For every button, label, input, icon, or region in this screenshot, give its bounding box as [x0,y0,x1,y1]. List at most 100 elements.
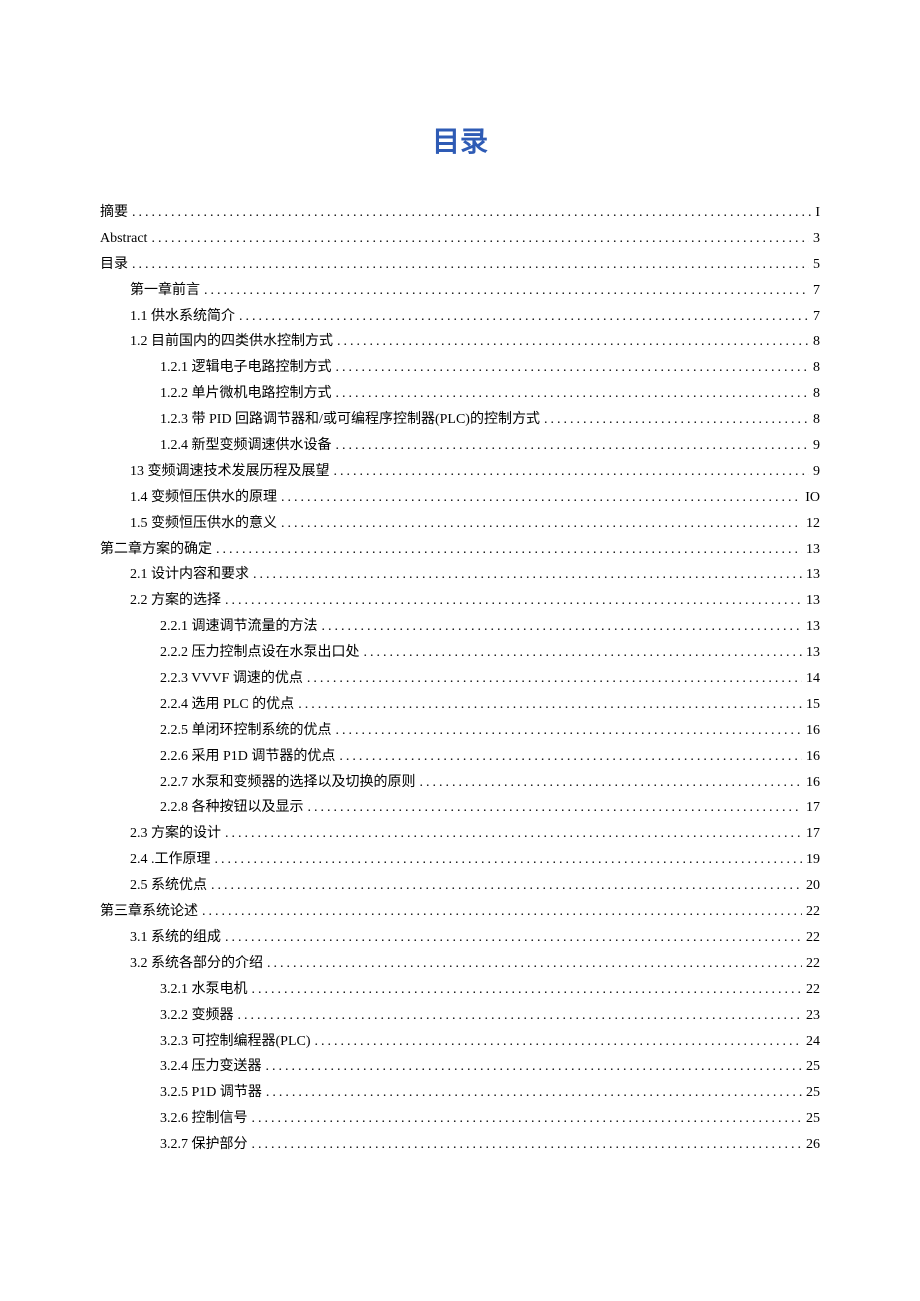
toc-entry-page: 23 [806,1003,820,1029]
toc-entry-page: I [815,200,820,226]
toc-entry-page: 8 [813,381,820,407]
toc-entry: 摘要......................................… [100,200,820,226]
toc-entry: 3.2 系统各部分的介绍............................… [100,951,820,977]
toc-entry: 2.5 系统优点................................… [100,873,820,899]
toc-entry-label: 1.2 目前国内的四类供水控制方式 [130,329,333,355]
toc-entry-label: 3.2 系统各部分的介绍 [130,951,263,977]
toc-entry-label: 第二章方案的确定 [100,537,212,563]
toc-entry: 3.2.2 变频器...............................… [100,1003,820,1029]
toc-entry: 1.5 变频恒压供水的意义...........................… [100,511,820,537]
table-of-contents: 摘要......................................… [100,200,820,1158]
toc-entry-label: 2.2.8 各种按钮以及显示 [160,795,304,821]
dot-leader: ........................................… [322,614,803,640]
toc-entry-label: 1.2.1 逻辑电子电路控制方式 [160,355,332,381]
toc-entry-label: 3.2.2 变频器 [160,1003,234,1029]
toc-entry: 1.2.1 逻辑电子电路控制方式........................… [100,355,820,381]
toc-entry-page: 9 [813,433,820,459]
toc-entry: 3.2.7 保护部分..............................… [100,1132,820,1158]
toc-entry-page: 25 [806,1080,820,1106]
toc-entry-page: 7 [813,278,820,304]
toc-entry: 2.2.7 水泵和变频器的选择以及切换的原则..................… [100,770,820,796]
dot-leader: ........................................… [544,407,809,433]
dot-leader: ........................................… [239,304,809,330]
toc-entry: 2.2.5 单闭环控制系统的优点........................… [100,718,820,744]
dot-leader: ........................................… [202,899,802,925]
dot-leader: ........................................… [307,666,802,692]
toc-entry-label: 3.2.1 水泵电机 [160,977,248,1003]
dot-leader: ........................................… [204,278,809,304]
toc-entry: 3.1 系统的组成...............................… [100,925,820,951]
toc-entry-page: 22 [806,925,820,951]
toc-entry: 2.1 设计内容和要求.............................… [100,562,820,588]
toc-entry-label: 第三章系统论述 [100,899,198,925]
dot-leader: ........................................… [252,1132,803,1158]
toc-entry-label: 2.2.1 调速调节流量的方法 [160,614,318,640]
toc-entry-label: 2.2.5 单闭环控制系统的优点 [160,718,332,744]
toc-entry: 第一章前言...................................… [100,278,820,304]
toc-entry: 1.2.4 新型变频调速供水设备........................… [100,433,820,459]
toc-entry: 2.2.3 VVVF 调速的优点........................… [100,666,820,692]
toc-entry-label: 1.5 变频恒压供水的意义 [130,511,277,537]
toc-entry-page: 25 [806,1054,820,1080]
dot-leader: ........................................… [281,485,801,511]
dot-leader: ........................................… [281,511,802,537]
dot-leader: ........................................… [225,588,802,614]
toc-entry: 3.2.6 控制信号..............................… [100,1106,820,1132]
toc-entry-page: 8 [813,407,820,433]
toc-entry: 第二章方案的确定................................… [100,537,820,563]
toc-entry-page: 13 [806,537,820,563]
dot-leader: ........................................… [315,1029,803,1055]
toc-entry-page: 8 [813,329,820,355]
toc-entry: 2.2.1 调速调节流量的方法.........................… [100,614,820,640]
toc-entry-label: 2.2 方案的选择 [130,588,221,614]
toc-entry-label: 2.5 系统优点 [130,873,207,899]
toc-entry-label: 3.2.7 保护部分 [160,1132,248,1158]
toc-entry: Abstract................................… [100,226,820,252]
toc-entry-page: 13 [806,562,820,588]
toc-entry: 2.2.4 选用 PLC 的优点........................… [100,692,820,718]
toc-title: 目录 [100,120,820,160]
dot-leader: ........................................… [253,562,802,588]
toc-entry-page: 12 [806,511,820,537]
toc-entry-label: 2.2.3 VVVF 调速的优点 [160,666,303,692]
toc-entry: 1.2.2 单片微机电路控制方式........................… [100,381,820,407]
toc-entry: 2.2.6 采用 P1D 调节器的优点.....................… [100,744,820,770]
toc-entry-page: 25 [806,1106,820,1132]
dot-leader: ........................................… [225,821,802,847]
toc-entry: 2.3 方案的设计...............................… [100,821,820,847]
dot-leader: ........................................… [225,925,802,951]
toc-entry-label: 2.4 .工作原理 [130,847,211,873]
toc-entry-label: 3.2.5 P1D 调节器 [160,1080,262,1106]
toc-entry-label: 3.1 系统的组成 [130,925,221,951]
toc-entry-page: IO [805,485,820,511]
toc-entry-page: 8 [813,355,820,381]
toc-entry: 第三章系统论述.................................… [100,899,820,925]
dot-leader: ........................................… [266,1080,802,1106]
toc-entry: 3.2.3 可控制编程器(PLC).......................… [100,1029,820,1055]
dot-leader: ........................................… [252,1106,803,1132]
toc-entry-label: 3.2.6 控制信号 [160,1106,248,1132]
toc-entry-page: 13 [806,614,820,640]
toc-entry-label: 1.2.2 单片微机电路控制方式 [160,381,332,407]
toc-entry-page: 17 [806,795,820,821]
toc-entry-label: 1.2.3 带 PID 回路调节器和/或可编程序控制器(PLC)的控制方式 [160,407,540,433]
toc-entry: 1.2 目前国内的四类供水控制方式.......................… [100,329,820,355]
toc-entry-page: 20 [806,873,820,899]
dot-leader: ........................................… [267,951,802,977]
dot-leader: ........................................… [238,1003,803,1029]
dot-leader: ........................................… [216,537,802,563]
toc-entry-page: 14 [806,666,820,692]
toc-entry: 2.2.2 压力控制点设在水泵出口处......................… [100,640,820,666]
dot-leader: ........................................… [336,433,810,459]
toc-entry-label: Abstract [100,226,147,252]
toc-entry-page: 24 [806,1029,820,1055]
dot-leader: ........................................… [364,640,803,666]
toc-entry: 1.2.3 带 PID 回路调节器和/或可编程序控制器(PLC)的控制方式...… [100,407,820,433]
toc-entry-page: 22 [806,977,820,1003]
toc-entry-page: 22 [806,951,820,977]
toc-entry-page: 9 [813,459,820,485]
toc-entry: 3.2.4 压力变送器.............................… [100,1054,820,1080]
toc-entry-page: 22 [806,899,820,925]
toc-entry-label: 1.4 变频恒压供水的原理 [130,485,277,511]
dot-leader: ........................................… [334,459,810,485]
